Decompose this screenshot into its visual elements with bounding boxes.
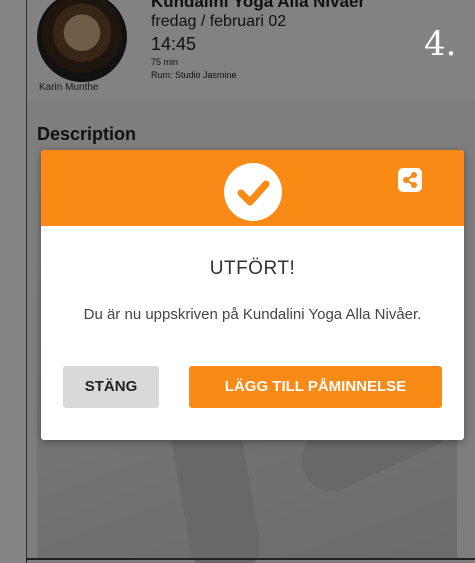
close-button[interactable]: STÄNG xyxy=(63,366,159,408)
check-circle-icon xyxy=(224,163,282,221)
add-reminder-button[interactable]: LÄGG TILL PÅMINNELSE xyxy=(189,366,442,408)
frame-border-bottom xyxy=(26,558,475,560)
step-number: 4. xyxy=(424,24,457,64)
dialog-title: UTFÖRT! xyxy=(209,258,296,279)
success-dialog: UTFÖRT! Du är nu uppskriven på Kundalini… xyxy=(41,150,464,440)
dialog-header xyxy=(41,150,464,226)
dialog-message: Du är nu uppskriven på Kundalini Yoga Al… xyxy=(83,306,422,323)
share-icon[interactable] xyxy=(398,168,422,192)
